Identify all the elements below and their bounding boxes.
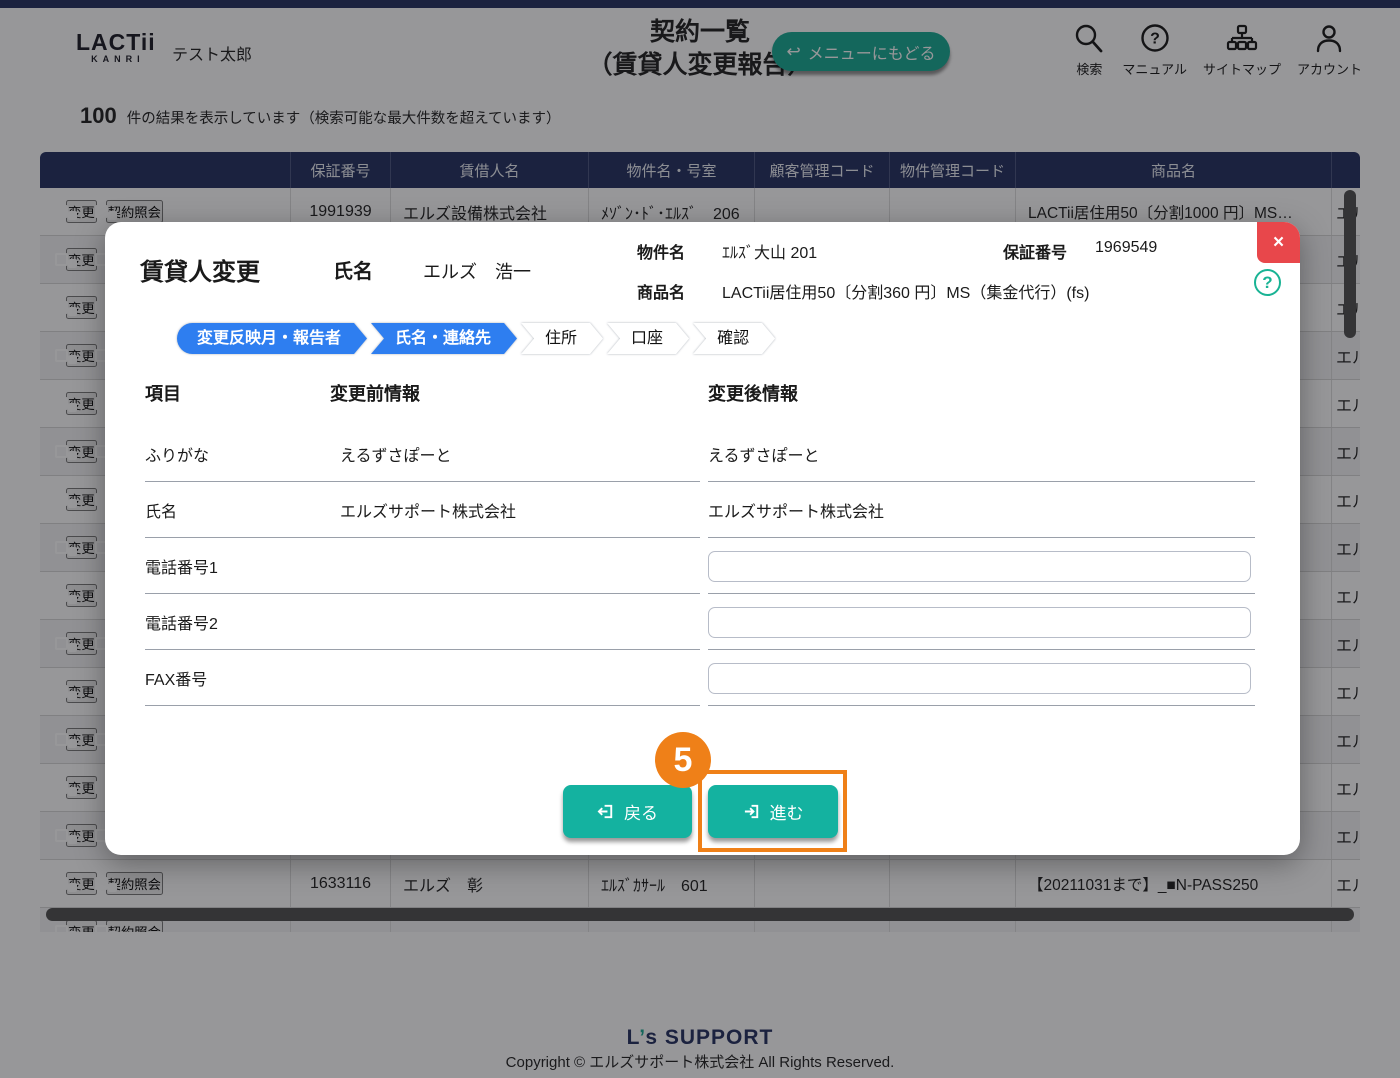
after-cell — [700, 550, 1263, 582]
wizard-step-label: 確認 — [693, 323, 775, 354]
after-cell — [700, 662, 1263, 694]
after-cell: えるずさぽーと — [700, 442, 1263, 466]
name-value: エルズ 浩一 — [423, 262, 531, 282]
form-item-label: 電話番号1 — [145, 560, 218, 577]
tutorial-step-badge: 5 — [655, 732, 711, 788]
wizard-step-氏名・連絡先[interactable]: 氏名・連絡先 — [371, 323, 517, 354]
row-divider-right — [708, 705, 1255, 706]
wizard-step-label: 氏名・連絡先 — [371, 323, 517, 354]
form-item-label: 氏名 — [145, 504, 178, 521]
after-value: えるずさぽーと — [708, 448, 820, 465]
after-cell — [700, 606, 1263, 638]
change-form: 項目 変更前情報 変更後情報 ふりがな えるずさぽーと えるずさぽーと氏名 エルズサポ… — [145, 380, 1263, 706]
form-row-電話番号1: 電話番号1 — [145, 538, 1263, 594]
wizard-step-label: 変更反映月・報告者 — [177, 323, 367, 354]
name-label: 氏名 — [333, 261, 373, 283]
form-col-item: 項目 — [145, 384, 181, 404]
form-col-before: 変更前情報 — [330, 384, 420, 404]
after-value: エルズサポート株式会社 — [708, 504, 885, 521]
product-name-value: LACTii居住用50〔分割360 円〕MS（集金代行）(fs) — [722, 285, 1090, 302]
wizard-step-label: 住所 — [521, 323, 603, 354]
next-button-label: 進む — [769, 804, 804, 823]
電話番号1-input[interactable] — [708, 550, 1251, 582]
form-header-row: 項目 変更前情報 変更後情報 — [145, 380, 1263, 426]
help-icon[interactable]: ? — [1254, 269, 1281, 296]
product-name-label: 商品名 — [637, 285, 686, 302]
wizard-step-変更反映月・報告者[interactable]: 変更反映月・報告者 — [177, 323, 367, 354]
wizard-step-口座[interactable]: 口座 — [607, 323, 689, 354]
before-value: えるずさぽーと — [340, 448, 452, 465]
電話番号2-input[interactable] — [708, 606, 1251, 638]
wizard-step-住所[interactable]: 住所 — [521, 323, 603, 354]
guarantee-number-label: 保証番号 — [1003, 245, 1068, 262]
form-item-label: ふりがな — [145, 448, 210, 465]
before-value: エルズサポート株式会社 — [340, 504, 517, 521]
form-row-電話番号2: 電話番号2 — [145, 594, 1263, 650]
row-divider-left — [145, 705, 700, 706]
back-button-label: 戻る — [624, 804, 658, 823]
landlord-change-modal: 賃貸人変更 氏名 エルズ 浩一 物件名 ｴﾙｽﾞ大山 201 保証番号 1969… — [105, 222, 1300, 855]
modal-title: 賃貸人変更 — [140, 259, 260, 286]
wizard-step-label: 口座 — [607, 323, 689, 354]
next-button[interactable]: 進む — [708, 785, 838, 838]
back-button[interactable]: 戻る — [563, 785, 692, 838]
close-icon[interactable]: × — [1257, 222, 1300, 263]
exit-left-icon — [597, 804, 613, 819]
form-row-ふりがな: ふりがな えるずさぽーと えるずさぽーと — [145, 426, 1263, 482]
form-item-label: 電話番号2 — [145, 616, 218, 633]
enter-right-icon — [744, 804, 758, 819]
property-name-value: ｴﾙｽﾞ大山 201 — [722, 245, 818, 262]
form-row-FAX番号: FAX番号 — [145, 650, 1263, 706]
wizard-stepper: 変更反映月・報告者 氏名・連絡先 住所 口座 確認 — [177, 323, 775, 354]
property-name-label: 物件名 — [637, 245, 686, 262]
guarantee-number-value: 1969549 — [1095, 239, 1158, 256]
form-item-label: FAX番号 — [145, 672, 208, 689]
FAX番号-input[interactable] — [708, 662, 1251, 694]
form-col-after: 変更後情報 — [708, 384, 798, 404]
wizard-step-確認[interactable]: 確認 — [693, 323, 775, 354]
form-row-氏名: 氏名 エルズサポート株式会社 エルズサポート株式会社 — [145, 482, 1263, 538]
after-cell: エルズサポート株式会社 — [700, 498, 1263, 522]
